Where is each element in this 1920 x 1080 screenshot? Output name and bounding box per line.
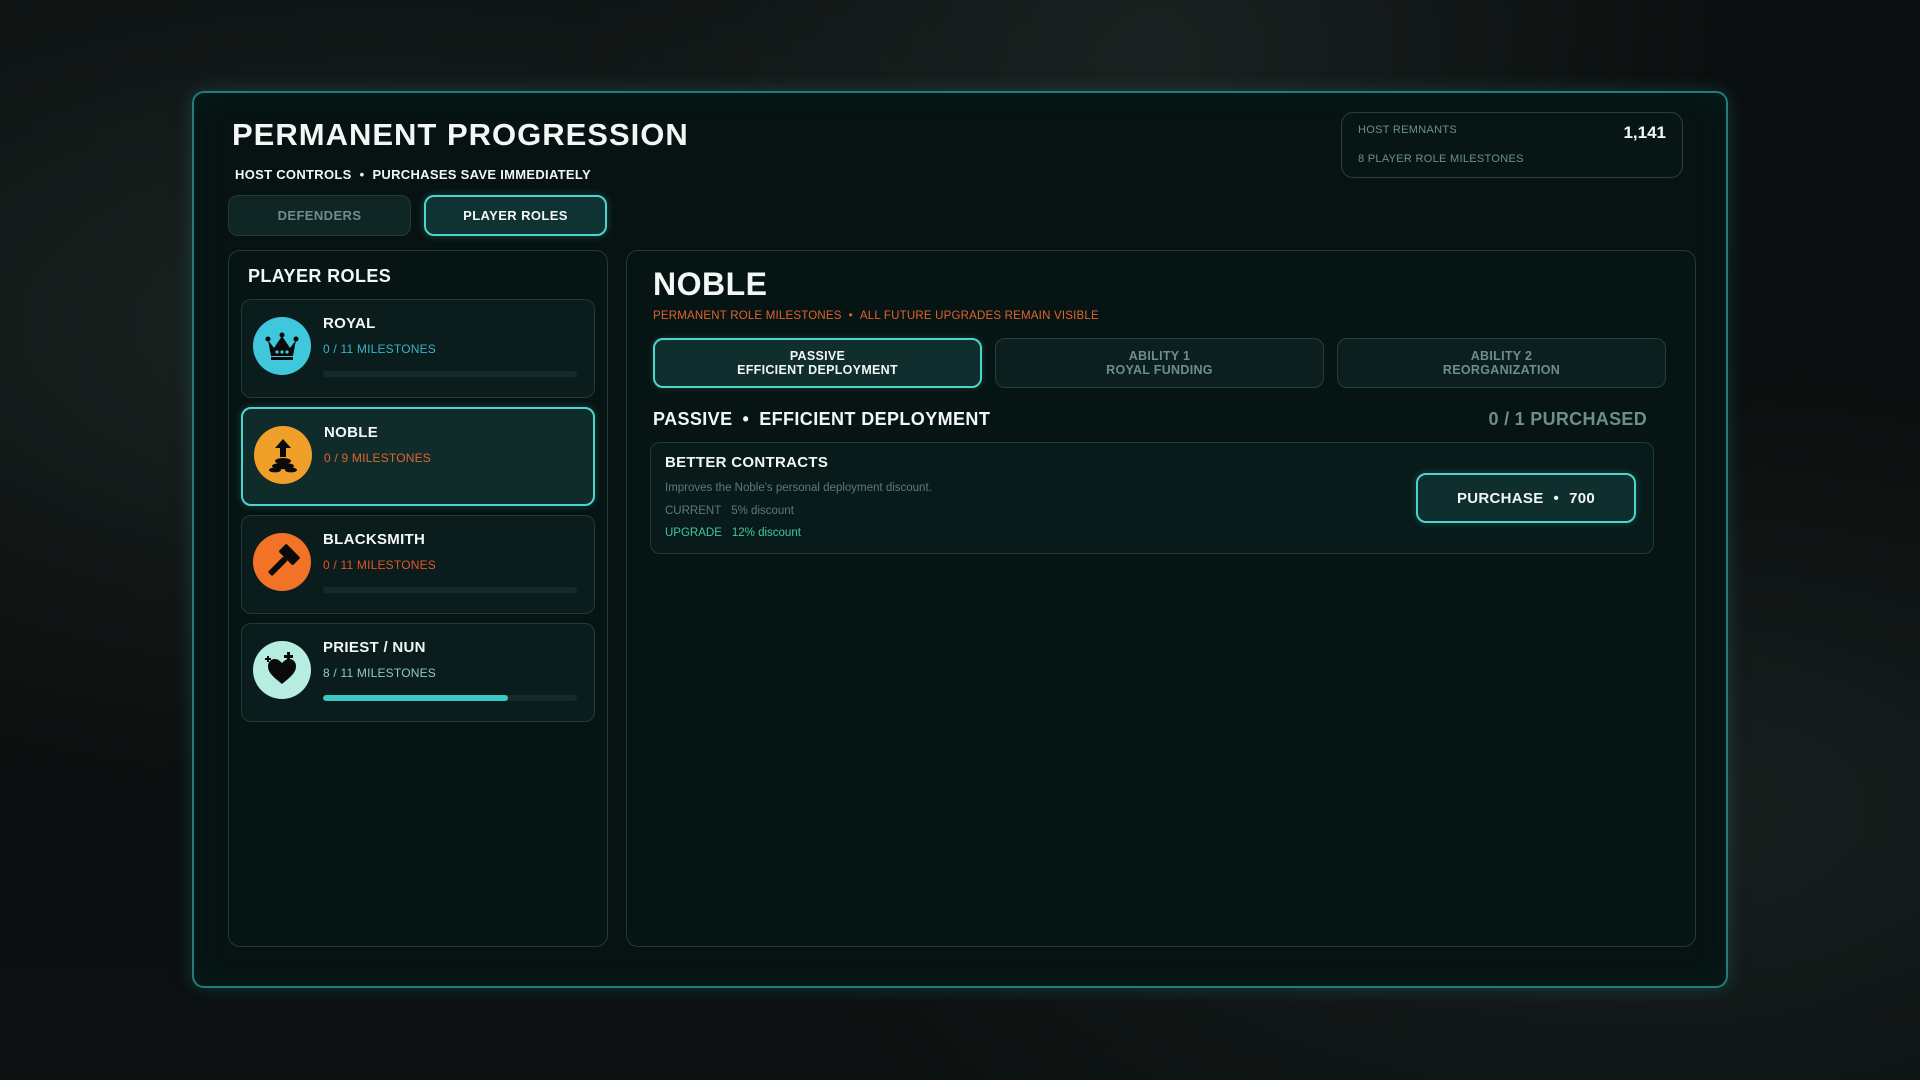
tab-defenders[interactable]: DEFENDERS	[228, 195, 411, 236]
remnants-milestones: 8 PLAYER ROLE MILESTONES	[1358, 153, 1524, 165]
sidebar-title: PLAYER ROLES	[248, 266, 392, 286]
healing-heart-icon	[253, 641, 311, 699]
tab-line1: PASSIVE	[789, 349, 846, 363]
hammer-icon	[253, 533, 311, 591]
purchase-separator: •	[1553, 489, 1560, 507]
tab-line2: REORGANIZATION	[1442, 363, 1561, 377]
role-milestones: 0 / 11 MILESTONES	[323, 342, 436, 356]
role-card-noble[interactable]: NOBLE 0 / 9 MILESTONES	[241, 407, 595, 506]
section-separator: •	[742, 409, 750, 429]
role-card-blacksmith[interactable]: BLACKSMITH 0 / 11 MILESTONES	[241, 515, 595, 614]
role-name: PRIEST / NUN	[323, 639, 426, 656]
role-milestones: 0 / 9 MILESTONES	[324, 451, 432, 465]
tab-ability-1[interactable]: ABILITY 1 ROYAL FUNDING	[995, 338, 1324, 388]
role-progress-fill	[323, 695, 508, 701]
subtitle-separator: •	[359, 167, 365, 182]
upgrade-description: Improves the Noble's personal deployment…	[665, 482, 932, 494]
category-tabs: DEFENDERS PLAYER ROLES	[228, 195, 607, 236]
progression-panel: PERMANENT PROGRESSION HOST CONTROLS • PU…	[192, 91, 1728, 988]
role-milestones: 8 / 11 MILESTONES	[323, 666, 436, 680]
section-name: EFFICIENT DEPLOYMENT	[759, 409, 991, 429]
page-title: PERMANENT PROGRESSION	[232, 117, 689, 152]
section-kind: PASSIVE	[653, 409, 733, 429]
subtitle-permanent-milestones: PERMANENT ROLE MILESTONES	[653, 310, 842, 322]
role-name: ROYAL	[323, 315, 376, 332]
remnants-value: 1,141	[1623, 123, 1666, 142]
coins-up-icon	[254, 426, 312, 484]
role-detail-subtitle: PERMANENT ROLE MILESTONES • ALL FUTURE U…	[653, 310, 1099, 322]
purchased-count: 0 / 1 PURCHASED	[1488, 409, 1647, 429]
tab-player-roles[interactable]: PLAYER ROLES	[424, 195, 607, 236]
ability-tabs: PASSIVE EFFICIENT DEPLOYMENT ABILITY 1 R…	[653, 338, 1666, 388]
page-subtitle: HOST CONTROLS • PURCHASES SAVE IMMEDIATE…	[235, 167, 591, 182]
subtitle-future-upgrades: ALL FUTURE UPGRADES REMAIN VISIBLE	[859, 310, 1099, 322]
upgrade-next-row: UPGRADE 12% discount	[665, 527, 801, 539]
role-name: NOBLE	[324, 424, 378, 441]
role-progress-bar	[323, 587, 577, 593]
crown-icon	[253, 317, 311, 375]
host-remnants-box: HOST REMNANTS 1,141 8 PLAYER ROLE MILEST…	[1341, 112, 1683, 178]
role-detail-panel: NOBLE PERMANENT ROLE MILESTONES • ALL FU…	[626, 250, 1696, 947]
upgrade-value: 12% discount	[731, 527, 801, 539]
current-value: 5% discount	[731, 505, 794, 517]
role-progress-bar	[323, 371, 577, 377]
purchase-label: PURCHASE	[1456, 489, 1544, 507]
section-heading: PASSIVE • EFFICIENT DEPLOYMENT	[653, 409, 990, 430]
remnants-label: HOST REMNANTS	[1358, 124, 1458, 136]
tab-line2: EFFICIENT DEPLOYMENT	[737, 363, 898, 377]
role-progress-bar	[323, 695, 577, 701]
current-label: CURRENT	[665, 505, 722, 517]
tab-line2: ROYAL FUNDING	[1106, 363, 1213, 377]
upgrade-card: BETTER CONTRACTS Improves the Noble's pe…	[650, 442, 1654, 554]
role-milestones: 0 / 11 MILESTONES	[323, 558, 436, 572]
upgrade-label: UPGRADE	[665, 527, 722, 539]
subtitle-separator: •	[848, 310, 853, 322]
tab-line1: ABILITY 1	[1128, 349, 1191, 363]
role-name: BLACKSMITH	[323, 531, 426, 548]
tab-ability-2[interactable]: ABILITY 2 REORGANIZATION	[1337, 338, 1666, 388]
subtitle-purchases-save: PURCHASES SAVE IMMEDIATELY	[372, 167, 591, 182]
upgrade-name: BETTER CONTRACTS	[665, 454, 829, 471]
tab-line1: ABILITY 2	[1470, 349, 1533, 363]
purchase-button[interactable]: PURCHASE • 700	[1416, 473, 1636, 523]
upgrade-current-row: CURRENT 5% discount	[665, 505, 794, 517]
purchase-cost: 700	[1569, 489, 1596, 507]
player-roles-sidebar: PLAYER ROLES ROYAL 0 / 11 MILESTONES NOB…	[228, 250, 608, 947]
tab-passive[interactable]: PASSIVE EFFICIENT DEPLOYMENT	[653, 338, 982, 388]
role-card-priest-nun[interactable]: PRIEST / NUN 8 / 11 MILESTONES	[241, 623, 595, 722]
subtitle-host-controls: HOST CONTROLS	[235, 167, 352, 182]
role-detail-title: NOBLE	[653, 266, 768, 302]
role-card-royal[interactable]: ROYAL 0 / 11 MILESTONES	[241, 299, 595, 398]
